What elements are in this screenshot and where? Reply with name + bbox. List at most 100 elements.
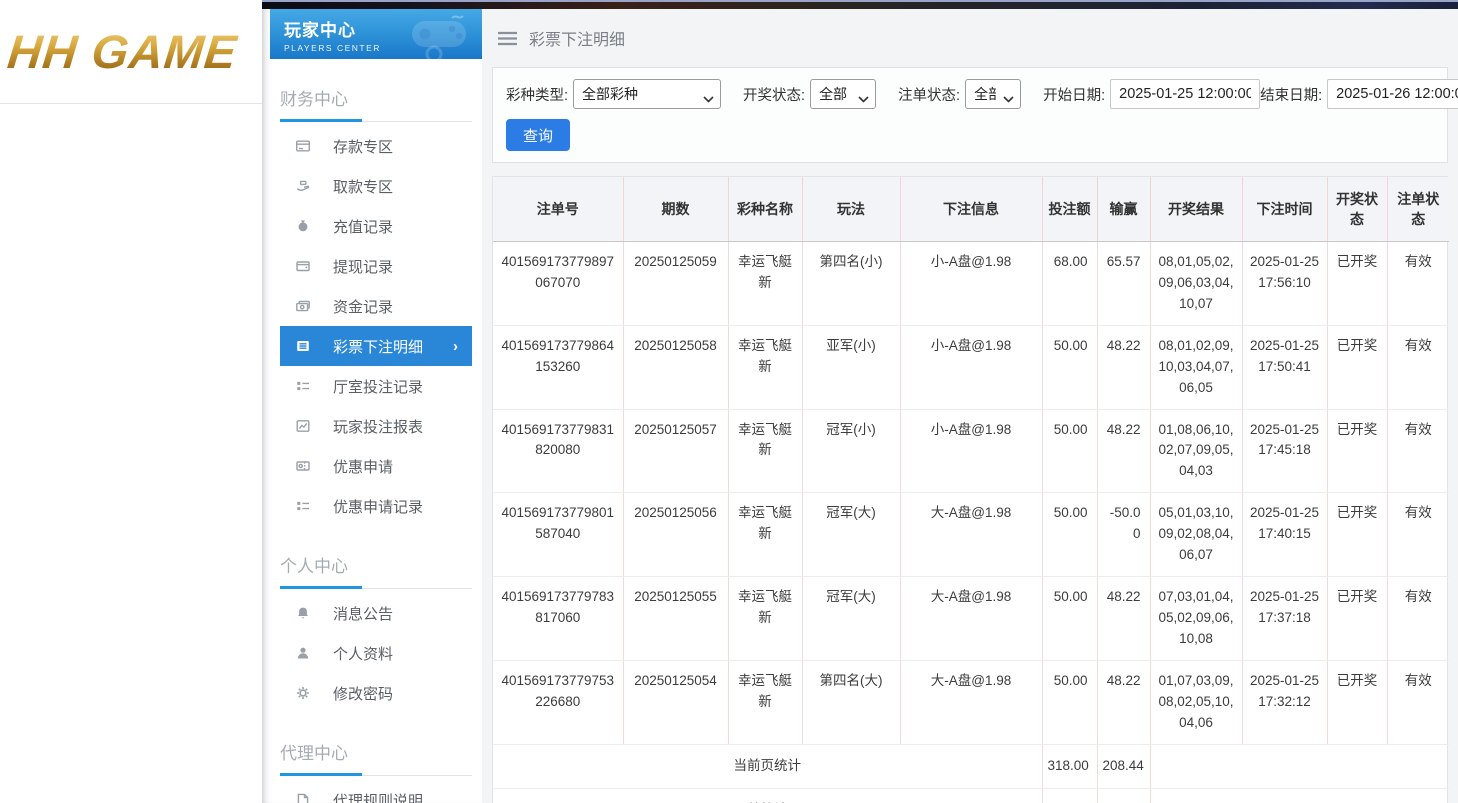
section-underline	[280, 773, 472, 776]
sidebar-item[interactable]: 资金记录 ›	[280, 286, 472, 326]
sidebar-header: 玩家中心 PLAYERS CENTER	[270, 9, 482, 59]
cell-bet-time: 2025-01-25 17:37:18	[1242, 577, 1327, 661]
cell-play-type: 第四名(小)	[802, 242, 900, 326]
cash-icon	[295, 298, 312, 315]
cell-play-type: 第四名(大)	[802, 660, 900, 744]
start-date-input[interactable]	[1110, 79, 1260, 109]
wallet-icon	[295, 258, 312, 275]
sidebar-item[interactable]: 消息公告 ›	[280, 593, 472, 633]
cell-draw-status: 已开奖	[1327, 409, 1387, 493]
page-summary-row: 当前页统计 318.00 208.44	[493, 744, 1449, 788]
cell-order-status: 有效	[1387, 242, 1449, 326]
cell-order-no: 401569173779897067070	[493, 242, 623, 326]
sidebar-item[interactable]: 个人资料 ›	[280, 633, 472, 673]
cell-order-status: 有效	[1387, 409, 1449, 493]
cell-bet-amount: 50.00	[1042, 493, 1097, 577]
cell-bet-time: 2025-01-25 17:32:12	[1242, 660, 1327, 744]
cell-bet-info: 大-A盘@1.98	[900, 660, 1042, 744]
table-header-row: 注单号 期数 彩种名称 玩法 下注信息 投注额 输赢 开奖结果 下注时间 开奖状…	[493, 177, 1449, 242]
section-underline	[280, 119, 472, 122]
cell-win-loss: -50.00	[1097, 493, 1150, 577]
col-order-no: 注单号	[493, 177, 623, 242]
grand-summary-bet-total: 318.00	[1042, 788, 1097, 803]
sidebar-item-label: 代理规则说明	[333, 790, 466, 803]
sidebar-item-label: 充值记录	[333, 216, 466, 237]
cell-draw-status: 已开奖	[1327, 325, 1387, 409]
cell-order-status: 有效	[1387, 577, 1449, 661]
list-check-icon	[295, 378, 312, 395]
cell-bet-info: 大-A盘@1.98	[900, 577, 1042, 661]
cell-play-type: 冠军(大)	[802, 577, 900, 661]
table-row: 401569173779831820080 20250125057 幸运飞艇新 …	[493, 409, 1449, 493]
logo-box: HH GAME	[0, 0, 262, 104]
cell-lottery-name: 幸运飞艇新	[728, 409, 802, 493]
cell-order-no: 401569173779801587040	[493, 493, 623, 577]
page-summary-win-total: 208.44	[1097, 744, 1150, 788]
col-order-status: 注单状态	[1387, 177, 1449, 242]
sidebar-section-agent: 代理中心 代理规则说明 › 代理团队统计 ›	[280, 739, 472, 803]
query-button[interactable]: 查询	[506, 119, 570, 151]
cell-bet-info: 小-A盘@1.98	[900, 409, 1042, 493]
cell-order-no: 401569173779864153260	[493, 325, 623, 409]
col-win-loss: 输赢	[1097, 177, 1150, 242]
bets-table-panel: 注单号 期数 彩种名称 玩法 下注信息 投注额 输赢 开奖结果 下注时间 开奖状…	[492, 176, 1448, 803]
draw-status-select[interactable]: 全部	[810, 79, 876, 109]
document-icon	[295, 792, 312, 803]
cell-draw-result: 01,08,06,10,02,07,09,05,04,03	[1150, 409, 1242, 493]
col-bet-amount: 投注额	[1042, 177, 1097, 242]
order-status-select[interactable]: 全部	[965, 79, 1021, 109]
sidebar-item[interactable]: 修改密码 ›	[280, 673, 472, 713]
title-bar: 彩票下注明细	[492, 9, 1448, 67]
lottery-type-select[interactable]: 全部彩种	[573, 79, 721, 109]
deposit-card-icon	[295, 138, 312, 155]
cell-lottery-name: 幸运飞艇新	[728, 325, 802, 409]
start-date-label: 开始日期:	[1043, 84, 1105, 105]
sidebar-item-label: 厅室投注记录	[333, 376, 466, 397]
sidebar-item[interactable]: 提现记录 ›	[280, 246, 472, 286]
sidebar-item[interactable]: 彩票下注明细 ›	[280, 326, 472, 366]
list-check-icon	[295, 498, 312, 515]
table-row: 401569173779801587040 20250125056 幸运飞艇新 …	[493, 493, 1449, 577]
cell-win-loss: 48.22	[1097, 660, 1150, 744]
sidebar-item-label: 优惠申请记录	[333, 496, 466, 517]
sidebar-item[interactable]: 玩家投注报表 ›	[280, 406, 472, 446]
cell-order-no: 401569173779753226680	[493, 660, 623, 744]
sidebar-item-label: 优惠申请	[333, 456, 466, 477]
table-row: 401569173779864153260 20250125058 幸运飞艇新 …	[493, 325, 1449, 409]
grand-summary-row: 总统计 318.00 208.44	[493, 788, 1449, 803]
sidebar-item-label: 彩票下注明细	[333, 336, 453, 357]
sidebar-section-personal: 个人中心 消息公告 › 个人资料 ›	[280, 552, 472, 713]
sidebar-item-label: 提现记录	[333, 256, 466, 277]
gamepad-icon	[404, 11, 478, 59]
cell-order-status: 有效	[1387, 325, 1449, 409]
sidebar-item[interactable]: 存款专区 ›	[280, 126, 472, 166]
sidebar-item[interactable]: 厅室投注记录 ›	[280, 366, 472, 406]
sidebar-item[interactable]: 代理规则说明 ›	[280, 780, 472, 803]
table-row: 401569173779897067070 20250125059 幸运飞艇新 …	[493, 242, 1449, 326]
order-status-label: 注单状态:	[898, 84, 960, 105]
menu-icon[interactable]	[498, 31, 517, 46]
cell-order-no: 401569173779831820080	[493, 409, 623, 493]
sidebar-section-finance: 财务中心 存款专区 › 取款专区 ›	[280, 85, 472, 526]
sidebar-item[interactable]: 充值记录 ›	[280, 206, 472, 246]
sidebar-item[interactable]: 取款专区 ›	[280, 166, 472, 206]
bets-table: 注单号 期数 彩种名称 玩法 下注信息 投注额 输赢 开奖结果 下注时间 开奖状…	[493, 177, 1449, 803]
cell-bet-info: 小-A盘@1.98	[900, 325, 1042, 409]
col-draw-result: 开奖结果	[1150, 177, 1242, 242]
cell-bet-time: 2025-01-25 17:45:18	[1242, 409, 1327, 493]
cell-draw-status: 已开奖	[1327, 577, 1387, 661]
top-dark-bar	[262, 0, 1458, 9]
gear-icon	[295, 685, 312, 702]
cell-win-loss: 48.22	[1097, 325, 1150, 409]
cell-bet-amount: 50.00	[1042, 660, 1097, 744]
sidebar-item[interactable]: 优惠申请 ›	[280, 446, 472, 486]
section-title: 个人中心	[280, 552, 472, 577]
cell-draw-result: 08,01,02,09,10,03,04,07,06,05	[1150, 325, 1242, 409]
grand-summary-win-total: 208.44	[1097, 788, 1150, 803]
page-summary-label: 当前页统计	[493, 744, 1042, 788]
end-date-input[interactable]	[1327, 79, 1458, 109]
sidebar-item[interactable]: 优惠申请记录 ›	[280, 486, 472, 526]
cell-draw-status: 已开奖	[1327, 242, 1387, 326]
cell-draw-result: 05,01,03,10,09,02,08,04,06,07	[1150, 493, 1242, 577]
cell-order-no: 401569173779783817060	[493, 577, 623, 661]
